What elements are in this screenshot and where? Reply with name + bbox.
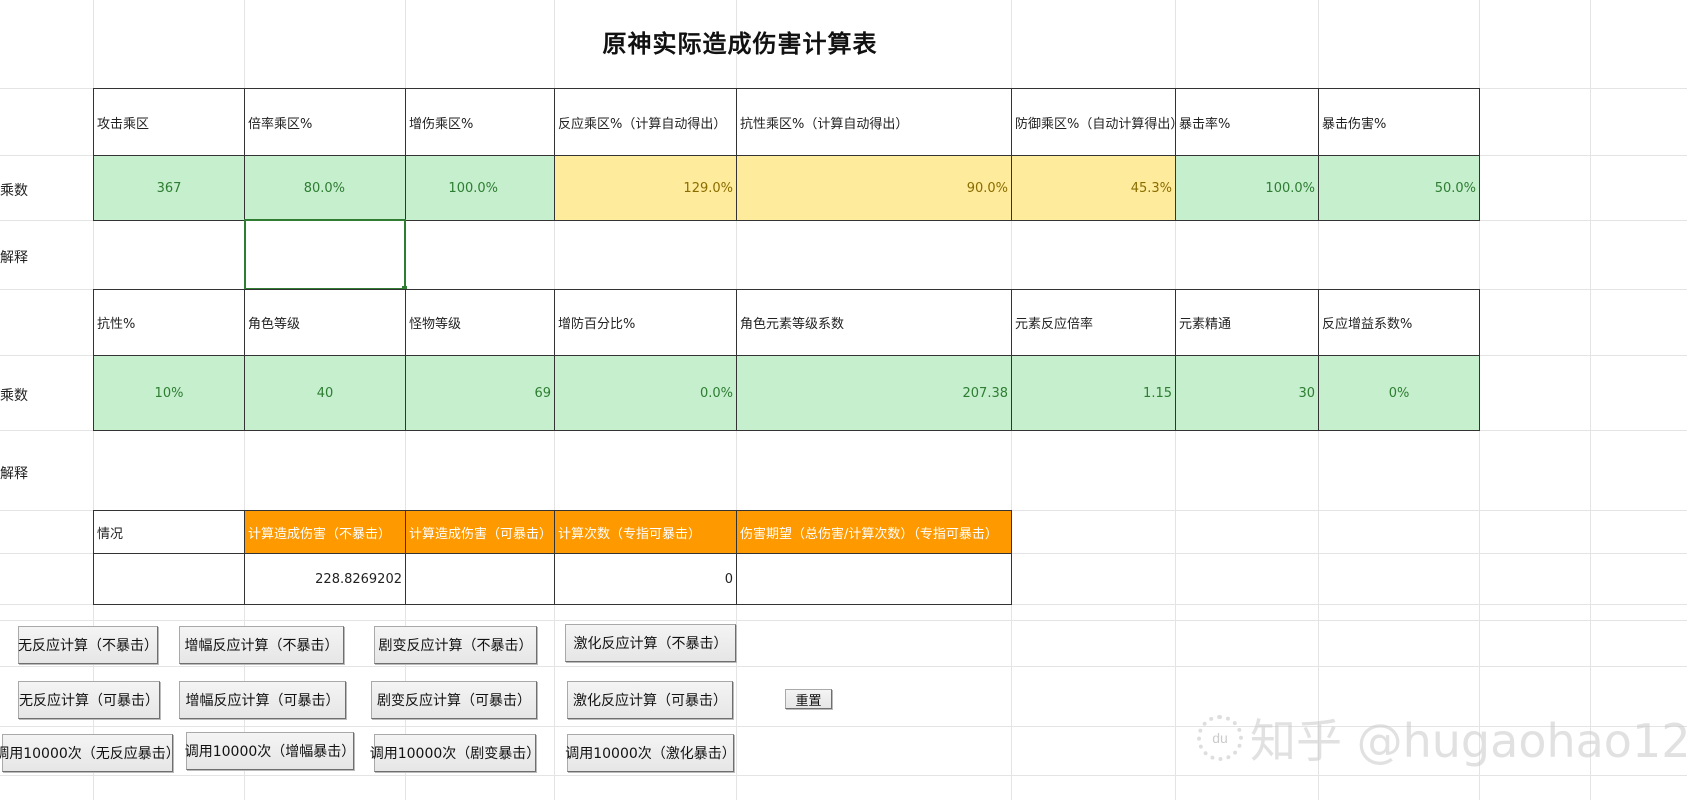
header-cell-defense[interactable]: 防御乘区%（自动计算得出） (1011, 88, 1176, 156)
value-cell-monster-level[interactable]: 69 (405, 355, 555, 431)
result-value-expectation[interactable] (736, 553, 1012, 605)
result-header-situation[interactable]: 情况 (93, 510, 245, 554)
value-cell-def-increase[interactable]: 0.0% (554, 355, 737, 431)
watermark-text: 知乎 @hugaohao123 (1250, 714, 1687, 768)
zhihu-logo-icon: du (1197, 715, 1243, 761)
sheet-title: 原神实际造成伤害计算表 (602, 30, 878, 58)
value-cell-attack[interactable]: 367 (93, 155, 245, 221)
header-cell-char-level[interactable]: 角色等级 (244, 289, 406, 356)
result-header-dmg-no-crit[interactable]: 计算造成伤害（不暴击） (244, 510, 406, 554)
selected-cell[interactable] (244, 219, 406, 290)
catalyze-no-crit-button[interactable]: 激化反应计算（不暴击） (565, 624, 736, 662)
header-cell-crit-dmg[interactable]: 暴击伤害% (1318, 88, 1480, 156)
result-value-dmg-crit[interactable] (405, 553, 555, 605)
run-10000-no-reaction-button[interactable]: 调用10000次（无反应暴击） (0, 734, 180, 772)
run-10000-amplify-button[interactable]: 调用10000次（增幅暴击） (185, 732, 355, 770)
reset-button[interactable]: 重置 (785, 689, 832, 709)
header-cell-dmg-bonus[interactable]: 增伤乘区% (405, 88, 555, 156)
value-cell-reaction-bonus[interactable]: 0% (1318, 355, 1480, 431)
result-value-situation[interactable] (93, 553, 245, 605)
grid-row-line (0, 775, 1687, 776)
value-cell-char-level[interactable]: 40 (244, 355, 406, 431)
value-cell-defense[interactable]: 45.3% (1011, 155, 1176, 221)
header-cell-def-increase[interactable]: 增防百分比% (554, 289, 737, 356)
value-cell-reaction-mult[interactable]: 1.15 (1011, 355, 1176, 431)
result-value-count[interactable]: 0 (554, 553, 737, 605)
result-header-dmg-crit[interactable]: 计算造成伤害（可暴击） (405, 510, 555, 554)
no-reaction-no-crit-button[interactable]: 无反应计算（不暴击） (18, 626, 158, 664)
value-cell-dmg-bonus[interactable]: 100.0% (405, 155, 555, 221)
header-cell-attack[interactable]: 攻击乘区 (93, 88, 245, 156)
result-header-expectation[interactable]: 伤害期望（总伤害/计算次数）（专指可暴击） (736, 510, 1012, 554)
value-cell-res[interactable]: 10% (93, 355, 245, 431)
catalyze-crit-button[interactable]: 激化反应计算（可暴击） (567, 681, 733, 719)
header-cell-reaction-mult[interactable]: 元素反应倍率 (1011, 289, 1176, 356)
row-label-multiplier: 乘数 (0, 388, 28, 404)
run-10000-catalyze-button[interactable]: 调用10000次（激化暴击） (565, 734, 736, 772)
header-cell-reaction[interactable]: 反应乘区%（计算自动得出） (554, 88, 737, 156)
row-label-explain: 解释 (0, 466, 28, 482)
header-cell-reaction-bonus[interactable]: 反应增益系数% (1318, 289, 1480, 356)
row-label-multiplier: 乘数 (0, 183, 28, 199)
header-cell-level-coef[interactable]: 角色元素等级系数 (736, 289, 1012, 356)
header-cell-resistance[interactable]: 抗性乘区%（计算自动得出） (736, 88, 1012, 156)
no-reaction-crit-button[interactable]: 无反应计算（可暴击） (18, 681, 160, 719)
header-cell-em[interactable]: 元素精通 (1175, 289, 1319, 356)
value-cell-crit-rate[interactable]: 100.0% (1175, 155, 1319, 221)
header-cell-res[interactable]: 抗性% (93, 289, 245, 356)
result-header-count[interactable]: 计算次数（专指可暴击） (554, 510, 737, 554)
grid-row-line (0, 666, 1687, 667)
value-cell-em[interactable]: 30 (1175, 355, 1319, 431)
header-cell-monster-level[interactable]: 怪物等级 (405, 289, 555, 356)
transform-crit-button[interactable]: 剧变反应计算（可暴击） (371, 681, 537, 719)
amplify-crit-button[interactable]: 增幅反应计算（可暴击） (179, 681, 346, 719)
value-cell-resistance[interactable]: 90.0% (736, 155, 1012, 221)
row-label-explain: 解释 (0, 250, 28, 266)
result-value-dmg-no-crit[interactable]: 228.8269202 (244, 553, 406, 605)
header-cell-crit-rate[interactable]: 暴击率% (1175, 88, 1319, 156)
transform-no-crit-button[interactable]: 剧变反应计算（不暴击） (374, 626, 537, 664)
header-cell-ratio[interactable]: 倍率乘区% (244, 88, 406, 156)
value-cell-reaction[interactable]: 129.0% (554, 155, 737, 221)
grid-col-line (1590, 0, 1591, 800)
amplify-no-crit-button[interactable]: 增幅反应计算（不暴击） (179, 626, 344, 664)
grid-row-line (0, 620, 1687, 621)
value-cell-ratio[interactable]: 80.0% (244, 155, 406, 221)
run-10000-transform-button[interactable]: 调用10000次（剧变暴击） (370, 734, 540, 772)
value-cell-level-coef[interactable]: 207.38 (736, 355, 1012, 431)
value-cell-crit-dmg[interactable]: 50.0% (1318, 155, 1480, 221)
